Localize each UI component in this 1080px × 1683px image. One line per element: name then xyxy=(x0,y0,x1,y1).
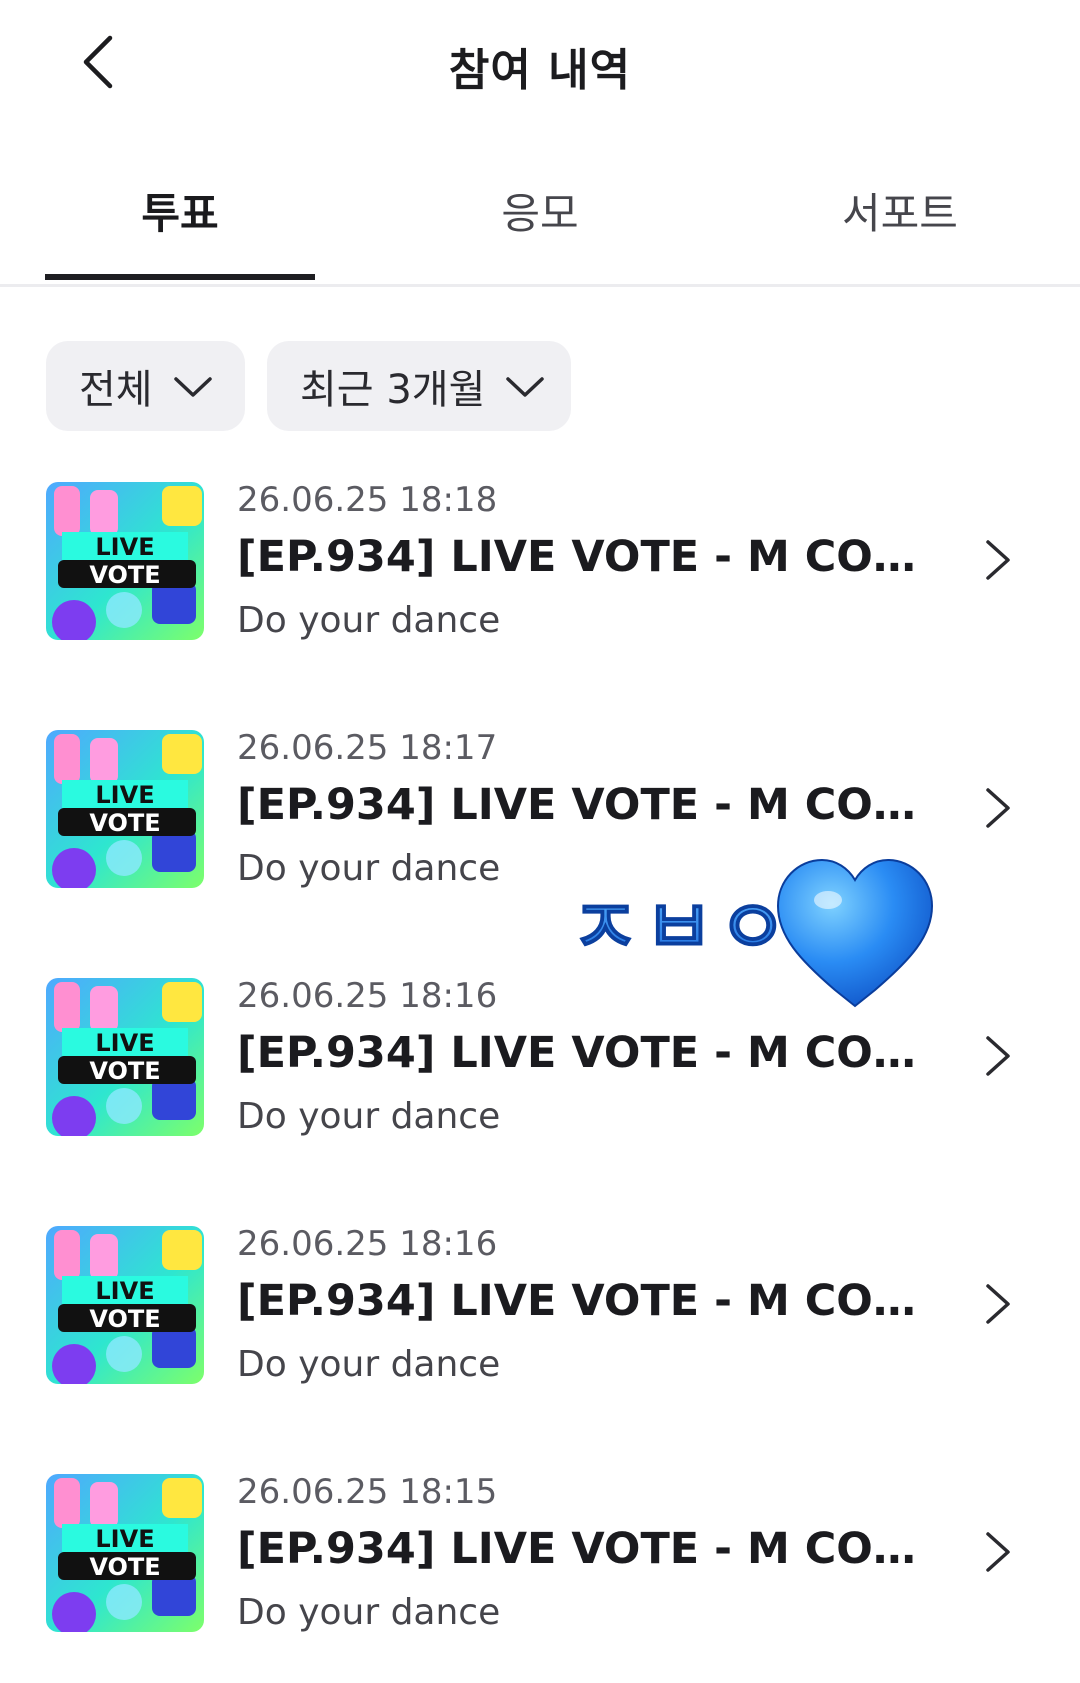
item-title: [EP.934] LIVE VOTE - M COUN... xyxy=(237,1028,917,1078)
item-date: 26.06.25 18:15 xyxy=(237,1472,498,1512)
list-item[interactable]: LIVE VOTE 26.06.25 18:18 [EP.934] LIVE V… xyxy=(0,480,1080,682)
period-filter-label: 최근 3개월 xyxy=(300,367,486,413)
item-subtitle: Do your dance xyxy=(237,600,501,641)
sticker-text: ㅈㅂㅇ xyxy=(570,883,792,972)
svg-text:VOTE: VOTE xyxy=(89,1305,160,1333)
overlay-sticker: ㅈㅂㅇ xyxy=(569,858,950,1008)
item-title: [EP.934] LIVE VOTE - M COUN... xyxy=(237,1276,917,1326)
live-vote-thumbnail: LIVE VOTE xyxy=(46,730,204,888)
item-title: [EP.934] LIVE VOTE - M COUN... xyxy=(237,532,917,582)
tab-support[interactable]: 서포트 xyxy=(765,180,1035,241)
live-vote-thumbnail: LIVE VOTE xyxy=(46,978,204,1136)
svg-text:LIVE: LIVE xyxy=(95,1029,154,1057)
chevron-down-icon xyxy=(173,363,213,409)
svg-text:LIVE: LIVE xyxy=(95,533,154,561)
chevron-right-icon xyxy=(986,1532,1010,1572)
top-app-bar: 참여 내역 xyxy=(0,0,1080,125)
chevron-right-icon xyxy=(986,1284,1010,1324)
svg-text:VOTE: VOTE xyxy=(89,1057,160,1085)
chevron-right-icon xyxy=(986,1036,1010,1076)
live-vote-thumbnail: LIVE VOTE xyxy=(46,1474,204,1632)
item-date: 26.06.25 18:17 xyxy=(237,728,498,768)
period-filter-dropdown[interactable]: 최근 3개월 xyxy=(267,341,571,431)
svg-text:VOTE: VOTE xyxy=(89,1553,160,1581)
tab-bar: 투표 응모 서포트 xyxy=(0,150,1080,287)
item-subtitle: Do your dance xyxy=(237,1096,501,1137)
item-date: 26.06.25 18:16 xyxy=(237,1224,498,1264)
chevron-right-icon xyxy=(986,540,1010,580)
item-subtitle: Do your dance xyxy=(237,848,501,889)
svg-text:LIVE: LIVE xyxy=(95,1525,154,1553)
item-title: [EP.934] LIVE VOTE - M COUN... xyxy=(237,780,917,830)
type-filter-label: 전체 xyxy=(79,367,153,413)
svg-text:LIVE: LIVE xyxy=(95,1277,154,1305)
item-date: 26.06.25 18:18 xyxy=(237,480,498,520)
tab-entry[interactable]: 응모 xyxy=(405,180,675,241)
list-item[interactable]: LIVE VOTE 26.06.25 18:16 [EP.934] LIVE V… xyxy=(0,1224,1080,1426)
live-vote-thumbnail: LIVE VOTE xyxy=(46,482,204,640)
svg-text:LIVE: LIVE xyxy=(95,781,154,809)
item-title: [EP.934] LIVE VOTE - M COUN... xyxy=(237,1524,917,1574)
chevron-right-icon xyxy=(986,788,1010,828)
active-tab-indicator xyxy=(45,274,315,280)
svg-text:VOTE: VOTE xyxy=(89,809,160,837)
type-filter-dropdown[interactable]: 전체 xyxy=(46,341,245,431)
list-item[interactable]: LIVE VOTE 26.06.25 18:15 [EP.934] LIVE V… xyxy=(0,1472,1080,1674)
page-title: 참여 내역 xyxy=(448,45,632,96)
live-vote-thumbnail: LIVE VOTE xyxy=(46,1226,204,1384)
item-date: 26.06.25 18:16 xyxy=(237,976,498,1016)
chevron-down-icon xyxy=(505,363,545,409)
blue-heart-icon xyxy=(776,858,934,1008)
tab-vote[interactable]: 투표 xyxy=(45,180,315,241)
item-subtitle: Do your dance xyxy=(237,1344,501,1385)
svg-text:VOTE: VOTE xyxy=(89,561,160,589)
item-subtitle: Do your dance xyxy=(237,1592,501,1633)
